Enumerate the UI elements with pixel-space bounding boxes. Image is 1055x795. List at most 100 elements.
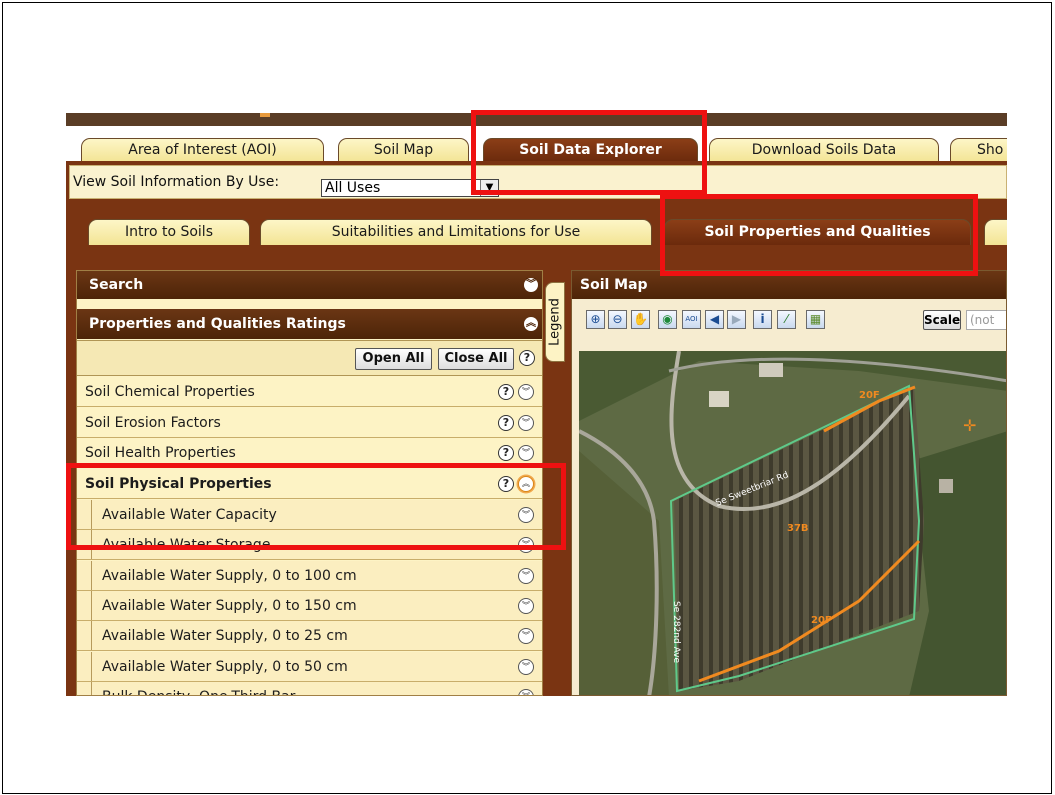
list-item[interactable]: Available Water Supply, 0 to 25 cm ︾ (77, 621, 542, 651)
use-select[interactable]: All Uses ▼ (321, 179, 499, 197)
list-item[interactable]: Available Water Supply, 0 to 150 cm ︾ (77, 591, 542, 621)
group-label: Soil Erosion Factors (85, 415, 221, 431)
map-view[interactable]: ✛ 20F 37B 20F Se Sweetbriar Rd Se 282nd … (579, 351, 1007, 696)
zoom-out-icon[interactable]: ⊖ (608, 310, 627, 329)
chevron-up-icon[interactable]: ︽ (524, 317, 538, 331)
tab-next-partial[interactable] (984, 219, 1007, 245)
chevron-down-icon[interactable]: ︾ (518, 568, 534, 584)
item-label: Available Water Storage (102, 537, 271, 553)
chevron-down-icon[interactable]: ︾ (518, 384, 534, 400)
top-strip (66, 113, 1007, 126)
map-header: Soil Map (572, 271, 1006, 299)
indent-line (91, 530, 92, 559)
back-arrow-icon[interactable]: ◀ (705, 310, 724, 329)
chevron-down-icon[interactable]: ︾ (518, 537, 534, 553)
top-strip-marker (260, 113, 270, 117)
scale-button[interactable]: Scale (923, 310, 961, 330)
list-item[interactable]: Available Water Supply, 0 to 50 cm ︾ (77, 652, 542, 682)
use-select-value: All Uses (325, 180, 381, 196)
target-icon: ✛ (963, 416, 976, 435)
group-label: Soil Chemical Properties (85, 384, 255, 400)
tab-soil-data-explorer[interactable]: Soil Data Explorer (483, 138, 698, 162)
indent-line (91, 652, 92, 681)
ratings-header[interactable]: Properties and Qualities Ratings ︽ (77, 309, 542, 339)
list-item[interactable]: Bulk Density, One-Third Bar ︾ (77, 682, 542, 695)
main-tabs: Area of Interest (AOI) Soil Map Soil Dat… (66, 138, 1007, 162)
map-panel: Soil Map ⊕ ⊖ ✋ ◉ AOI ◀ ▶ i ⁄ ▦ Scale (no… (571, 270, 1007, 696)
open-close-bar: Open All Close All ? (77, 340, 542, 376)
list-item[interactable]: Available Water Storage ︾ (77, 530, 542, 560)
map-label-20f-bottom: 20F (811, 615, 832, 626)
indent-line (91, 561, 92, 590)
tab-soil-map[interactable]: Soil Map (338, 138, 469, 162)
help-icon[interactable]: ? (519, 350, 535, 366)
search-header[interactable]: Search ︾ (77, 271, 542, 299)
group-soil-chemical-properties[interactable]: Soil Chemical Properties ? ︾ (77, 377, 542, 407)
indent-line (91, 682, 92, 695)
search-title: Search (89, 277, 144, 293)
globe-icon[interactable]: ◉ (658, 310, 677, 329)
help-icon[interactable]: ? (498, 476, 514, 492)
group-soil-health-properties[interactable]: Soil Health Properties ? ︾ (77, 438, 542, 468)
group-soil-physical-properties[interactable]: Soil Physical Properties ? ︽ (77, 469, 542, 499)
tab-soil-properties-qualities[interactable]: Soil Properties and Qualities (664, 219, 971, 245)
sub-tabs: Intro to Soils Suitabilities and Limitat… (66, 219, 1007, 245)
web-soil-survey-app: Area of Interest (AOI) Soil Map Soil Dat… (66, 113, 1007, 696)
tab-area-of-interest[interactable]: Area of Interest (AOI) (81, 138, 324, 162)
chevron-down-icon[interactable]: ︾ (518, 659, 534, 675)
item-label: Bulk Density, One-Third Bar (102, 682, 295, 695)
tab-shopping-cart[interactable]: Sho (950, 138, 1007, 162)
group-label: Soil Health Properties (85, 445, 236, 461)
open-all-button[interactable]: Open All (355, 348, 432, 370)
chevron-down-icon[interactable]: ︾ (518, 507, 534, 523)
help-icon[interactable]: ? (498, 384, 514, 400)
aerial-map[interactable]: ✛ 20F 37B 20F Se Sweetbriar Rd Se 282nd … (579, 351, 1007, 696)
tab-download-soils-data[interactable]: Download Soils Data (709, 138, 939, 162)
map-toolbar: ⊕ ⊖ ✋ ◉ AOI ◀ ▶ i ⁄ ▦ Scale (not (572, 299, 1006, 335)
info-icon[interactable]: i (753, 310, 772, 329)
chevron-down-icon[interactable]: ︾ (518, 415, 534, 431)
tab-intro-to-soils[interactable]: Intro to Soils (88, 219, 250, 245)
building (759, 363, 783, 377)
item-label: Available Water Capacity (102, 507, 277, 523)
legend-label: Legend (547, 298, 563, 346)
legend-tab[interactable]: Legend (545, 282, 565, 362)
view-by-use-label: View Soil Information By Use: (73, 174, 280, 190)
tab-suitabilities-limitations[interactable]: Suitabilities and Limitations for Use (260, 219, 652, 245)
ratings-title: Properties and Qualities Ratings (89, 316, 346, 332)
map-title: Soil Map (580, 277, 648, 293)
aoi-icon[interactable]: AOI (682, 310, 701, 329)
group-label: Soil Physical Properties (85, 476, 272, 492)
chevron-down-icon[interactable]: ︾ (518, 628, 534, 644)
group-soil-erosion-factors[interactable]: Soil Erosion Factors ? ︾ (77, 408, 542, 438)
view-by-use-bar: View Soil Information By Use: All Uses ▼ (69, 165, 1007, 199)
pan-hand-icon[interactable]: ✋ (631, 310, 650, 329)
item-label: Available Water Supply, 0 to 25 cm (102, 628, 348, 644)
layers-icon[interactable]: ▦ (806, 310, 825, 329)
chevron-down-icon[interactable]: ︾ (524, 278, 538, 292)
chevron-down-icon[interactable]: ︾ (518, 598, 534, 614)
help-icon[interactable]: ? (498, 445, 514, 461)
item-label: Available Water Supply, 0 to 100 cm (102, 568, 357, 584)
help-icon[interactable]: ? (498, 415, 514, 431)
indent-line (91, 591, 92, 620)
building (939, 479, 953, 493)
chevron-down-icon: ▼ (480, 180, 498, 196)
building (709, 391, 729, 407)
forward-arrow-icon[interactable]: ▶ (727, 310, 746, 329)
item-label: Available Water Supply, 0 to 150 cm (102, 598, 357, 614)
scale-value[interactable]: (not (966, 310, 1006, 330)
left-panel: Search ︾ Properties and Qualities Rating… (76, 270, 543, 696)
close-all-button[interactable]: Close All (438, 348, 514, 370)
chevron-down-icon[interactable]: ︾ (518, 689, 534, 695)
zoom-in-icon[interactable]: ⊕ (586, 310, 605, 329)
list-item[interactable]: Available Water Capacity ︾ (77, 500, 542, 530)
measure-icon[interactable]: ⁄ (777, 310, 796, 329)
chevron-up-icon[interactable]: ︽ (518, 476, 534, 492)
item-label: Available Water Supply, 0 to 50 cm (102, 659, 348, 675)
indent-line (91, 500, 92, 529)
indent-line (91, 621, 92, 650)
list-item[interactable]: Available Water Supply, 0 to 100 cm ︾ (77, 561, 542, 591)
map-label-282nd: Se 282nd Ave (671, 601, 681, 664)
chevron-down-icon[interactable]: ︾ (518, 445, 534, 461)
